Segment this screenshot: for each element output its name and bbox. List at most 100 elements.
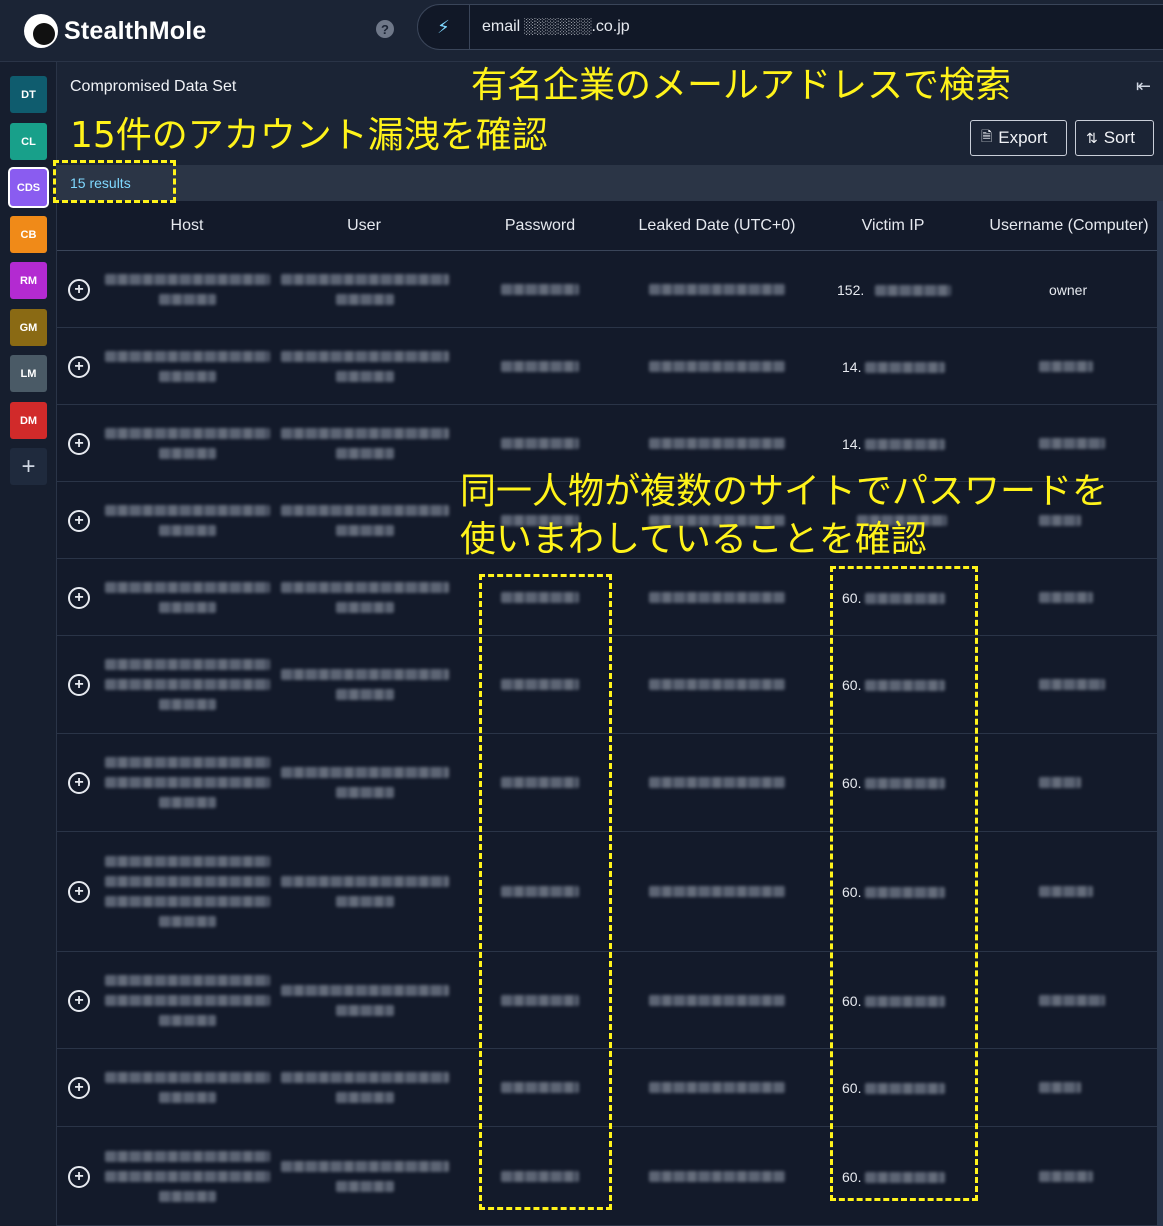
redacted-user bbox=[281, 669, 449, 680]
rail-item-cb[interactable]: CB bbox=[10, 216, 47, 253]
collapse-panel-icon[interactable]: ⇤ bbox=[1136, 76, 1151, 97]
expand-row-icon[interactable]: + bbox=[68, 355, 90, 378]
redacted-host bbox=[105, 876, 270, 887]
redacted-username-computer bbox=[1039, 679, 1105, 690]
redacted-host bbox=[105, 679, 270, 690]
redacted-host bbox=[105, 856, 270, 867]
expand-row-icon[interactable]: + bbox=[68, 674, 90, 696]
redacted-leaked-date bbox=[649, 1082, 785, 1093]
logo-mark-icon bbox=[24, 14, 58, 48]
redacted-host bbox=[105, 1170, 270, 1182]
logo[interactable]: StealthMole bbox=[24, 12, 207, 50]
search-input[interactable] bbox=[482, 5, 1082, 49]
redacted-username-computer bbox=[1039, 994, 1105, 1006]
sort-arrows-icon: ⇅ bbox=[1086, 129, 1098, 146]
redacted-username-computer bbox=[1039, 777, 1081, 788]
expand-row-icon[interactable]: + bbox=[68, 989, 90, 1012]
redacted-host bbox=[158, 293, 217, 305]
left-rail: DT CL CDS CB RM GM LM DM + bbox=[0, 62, 57, 1226]
redacted-victim-ip bbox=[865, 438, 945, 450]
panel-title: Compromised Data Set bbox=[70, 78, 237, 95]
export-button[interactable]: 🗎 Export bbox=[970, 120, 1067, 156]
expand-row-icon[interactable]: + bbox=[68, 1165, 90, 1188]
redacted-leaked-date bbox=[649, 283, 785, 295]
expand-row-icon[interactable]: + bbox=[68, 509, 90, 532]
redacted-host bbox=[158, 797, 217, 808]
column-header-host[interactable]: Host bbox=[117, 217, 257, 235]
redacted-host bbox=[158, 1092, 217, 1103]
redacted-username-computer bbox=[1039, 514, 1081, 526]
redacted-host bbox=[105, 896, 270, 907]
redacted-username-computer bbox=[1039, 591, 1093, 603]
redacted-host bbox=[105, 504, 270, 516]
redacted-username-computer bbox=[1039, 437, 1105, 449]
redacted-user bbox=[335, 1180, 395, 1192]
redacted-user bbox=[335, 787, 395, 798]
victim-ip-prefix: 14. bbox=[842, 435, 862, 452]
expand-row-icon[interactable]: + bbox=[68, 881, 90, 903]
redacted-user bbox=[281, 273, 449, 285]
redacted-host bbox=[105, 273, 270, 285]
redacted-user bbox=[281, 350, 449, 362]
results-bar: 15 results bbox=[57, 165, 1163, 201]
help-icon[interactable]: ? bbox=[376, 20, 394, 38]
sort-button[interactable]: ⇅ Sort bbox=[1075, 120, 1154, 156]
redacted-leaked-date bbox=[649, 886, 785, 897]
rail-item-cds[interactable]: CDS bbox=[10, 169, 47, 206]
victim-ip-prefix: 14. bbox=[842, 358, 862, 375]
redacted-user bbox=[335, 1092, 395, 1103]
redacted-user bbox=[281, 504, 449, 516]
column-header-leaked-date[interactable]: Leaked Date (UTC+0) bbox=[627, 217, 807, 235]
redacted-host bbox=[158, 524, 217, 536]
redacted-leaked-date bbox=[649, 591, 785, 603]
expand-row-icon[interactable]: + bbox=[68, 1077, 90, 1099]
redacted-password bbox=[501, 360, 579, 372]
column-header-password[interactable]: Password bbox=[470, 217, 610, 235]
rail-item-lm[interactable]: LM bbox=[10, 355, 47, 392]
redacted-leaked-date bbox=[649, 360, 785, 372]
redacted-user bbox=[335, 293, 395, 305]
add-module-icon[interactable]: + bbox=[10, 448, 47, 485]
redacted-host bbox=[105, 757, 270, 768]
redacted-leaked-date bbox=[649, 1170, 785, 1182]
expand-row-icon[interactable]: + bbox=[68, 586, 90, 609]
redacted-user bbox=[281, 1072, 449, 1083]
rail-item-rm[interactable]: RM bbox=[10, 262, 47, 299]
table-header: Host User Password Leaked Date (UTC+0) V… bbox=[57, 201, 1157, 251]
rail-item-cl[interactable]: CL bbox=[10, 123, 47, 160]
rail-item-dt[interactable]: DT bbox=[10, 76, 47, 113]
table-row[interactable]: +14. bbox=[57, 328, 1157, 405]
redacted-user bbox=[281, 427, 449, 439]
redacted-user bbox=[281, 876, 449, 887]
rail-item-dm[interactable]: DM bbox=[10, 402, 47, 439]
redacted-leaked-date bbox=[649, 437, 785, 449]
redacted-leaked-date bbox=[649, 994, 785, 1006]
annotation-reuse-note-1: 同一人物が複数のサイトでパスワードを bbox=[460, 471, 1109, 512]
scrollbar[interactable] bbox=[1157, 201, 1163, 1226]
redacted-host bbox=[105, 581, 270, 593]
redacted-user bbox=[335, 447, 395, 459]
logo-text: StealthMole bbox=[64, 16, 207, 45]
redacted-username-computer bbox=[1039, 1082, 1081, 1093]
expand-row-icon[interactable]: + bbox=[68, 432, 90, 455]
redacted-host bbox=[105, 777, 270, 788]
victim-ip-prefix: 152. bbox=[837, 281, 865, 298]
column-header-victim-ip[interactable]: Victim IP bbox=[823, 217, 963, 235]
redacted-password bbox=[501, 437, 579, 449]
redacted-leaked-date bbox=[649, 679, 785, 690]
rail-item-gm[interactable]: GM bbox=[10, 309, 47, 346]
column-header-user[interactable]: User bbox=[294, 217, 434, 235]
redacted-host bbox=[158, 1190, 217, 1202]
redacted-victim-ip bbox=[865, 361, 945, 373]
column-header-username-computer[interactable]: Username (Computer) bbox=[979, 217, 1159, 235]
annotation-reuse-note-2: 使いまわしていることを確認 bbox=[460, 519, 927, 560]
annotation-count-note: 15件のアカウント漏洩を確認 bbox=[70, 115, 548, 156]
redacted-host bbox=[105, 1150, 270, 1162]
lightning-icon[interactable]: ⚡ bbox=[418, 5, 470, 49]
highlight-password-column-box bbox=[479, 574, 612, 1210]
table-row[interactable]: +152. owner bbox=[57, 251, 1157, 328]
redacted-username-computer bbox=[1039, 1170, 1093, 1182]
redacted-host bbox=[105, 427, 270, 439]
expand-row-icon[interactable]: + bbox=[68, 278, 90, 301]
expand-row-icon[interactable]: + bbox=[68, 772, 90, 794]
